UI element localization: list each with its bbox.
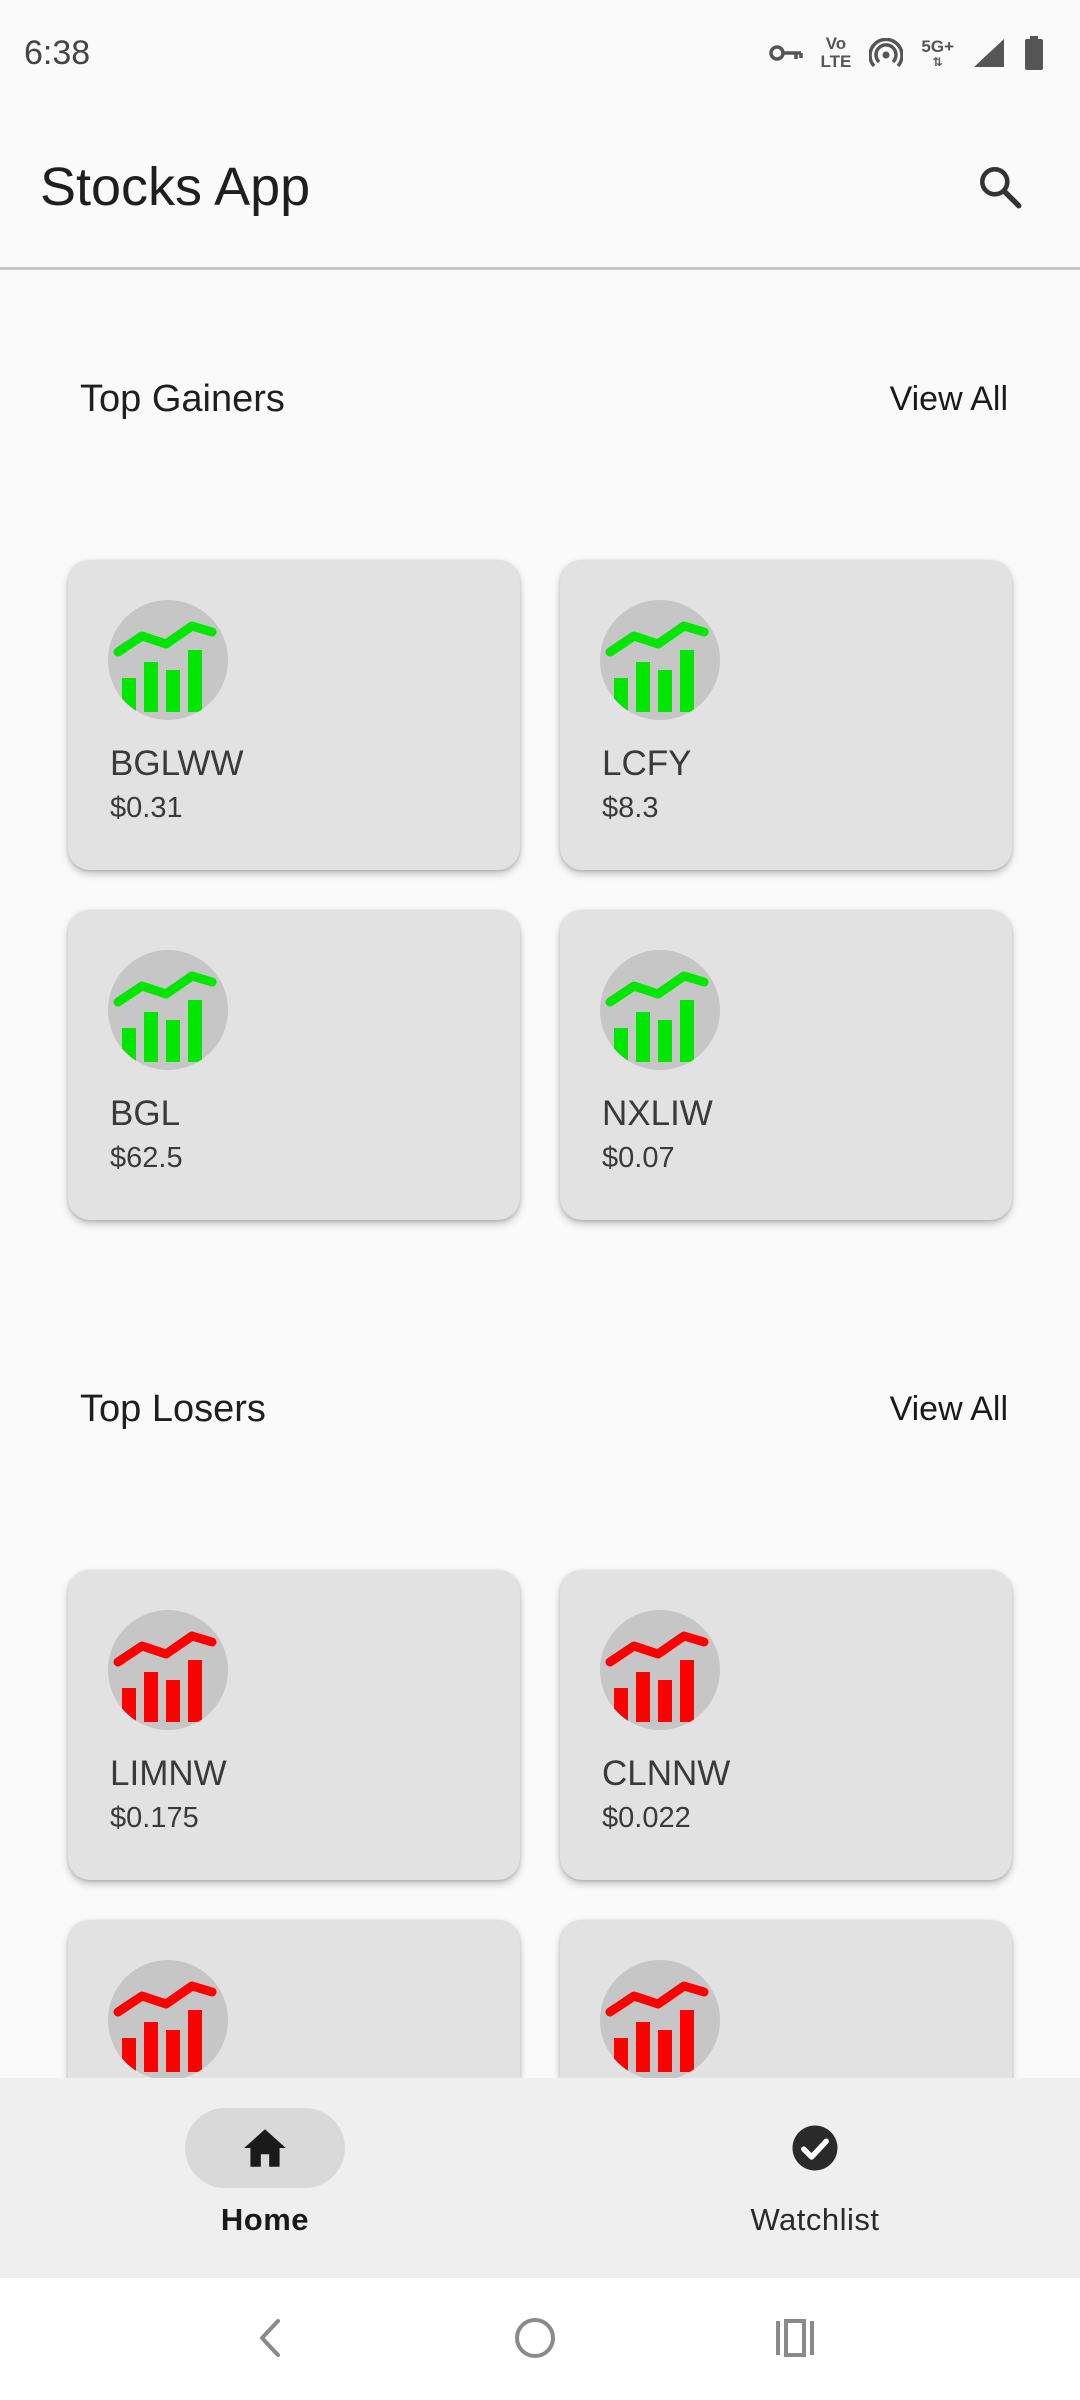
volte-top-label: Vo bbox=[825, 34, 847, 53]
recents-icon bbox=[776, 2319, 814, 2357]
search-button[interactable] bbox=[960, 147, 1040, 227]
top-losers-title: Top Losers bbox=[80, 1387, 266, 1430]
vpn-key-icon bbox=[768, 45, 803, 61]
stock-card[interactable]: NXLIW $0.07 bbox=[560, 910, 1012, 1220]
gainer-chart-icon bbox=[108, 950, 228, 1070]
watchlist-pill[interactable] bbox=[735, 2108, 895, 2188]
top-losers-header: Top Losers View All bbox=[0, 1369, 1080, 1449]
gainer-chart-icon bbox=[108, 600, 228, 720]
nav-item-watchlist[interactable]: Watchlist bbox=[665, 2108, 965, 2258]
stock-price: $0.07 bbox=[602, 1142, 675, 1174]
top-gainers-header: Top Gainers View All bbox=[0, 359, 1080, 439]
gainer-chart-icon bbox=[600, 600, 720, 720]
network-label: 5G+ bbox=[921, 37, 954, 56]
losers-view-all-button[interactable]: View All bbox=[890, 1390, 1008, 1429]
stock-card[interactable]: BGL $62.5 bbox=[68, 910, 520, 1220]
home-circle-icon bbox=[515, 2318, 555, 2358]
status-time: 6:38 bbox=[24, 33, 91, 72]
loser-chart-icon bbox=[108, 1610, 228, 1730]
nav-item-home[interactable]: Home bbox=[115, 2108, 415, 2258]
stock-card[interactable] bbox=[68, 1920, 520, 2078]
gainers-view-all-button[interactable]: View All bbox=[890, 380, 1008, 419]
system-home-button[interactable] bbox=[500, 2308, 570, 2368]
check-circle-icon bbox=[792, 2125, 838, 2171]
stock-price: $0.175 bbox=[110, 1802, 199, 1834]
battery-icon bbox=[1025, 36, 1043, 70]
stock-price: $0.022 bbox=[602, 1802, 691, 1834]
status-icons: Vo LTE 5G+ ⇅ bbox=[768, 35, 1044, 71]
loser-chart-icon bbox=[108, 1960, 228, 2078]
stock-symbol: LCFY bbox=[602, 744, 692, 783]
stock-symbol: BGLWW bbox=[110, 744, 244, 783]
back-icon bbox=[260, 2319, 280, 2357]
hotspot-icon bbox=[869, 38, 904, 68]
stock-symbol: CLNNW bbox=[602, 1754, 731, 1793]
stock-symbol: NXLIW bbox=[602, 1094, 713, 1133]
system-back-button[interactable] bbox=[235, 2308, 305, 2368]
volte-icon: Vo LTE bbox=[821, 35, 852, 71]
5g-icon: 5G+ ⇅ bbox=[921, 37, 954, 69]
signal-icon bbox=[974, 39, 1004, 67]
system-recents-button[interactable] bbox=[760, 2308, 830, 2368]
home-pill[interactable] bbox=[185, 2108, 345, 2188]
bottom-navigation: Home Watchlist bbox=[0, 2078, 1080, 2278]
system-navigation-bar bbox=[0, 2278, 1080, 2400]
stock-price: $62.5 bbox=[110, 1142, 183, 1174]
stock-card[interactable]: LIMNW $0.175 bbox=[68, 1570, 520, 1880]
app-title: Stocks App bbox=[40, 156, 311, 217]
volte-bottom-label: LTE bbox=[820, 52, 852, 71]
top-gainers-title: Top Gainers bbox=[80, 377, 285, 420]
stock-card[interactable]: BGLWW $0.31 bbox=[68, 560, 520, 870]
nav-label-home: Home bbox=[220, 2202, 310, 2237]
gainer-chart-icon bbox=[600, 950, 720, 1070]
status-bar: 6:38 Vo LTE 5G+ ⇅ bbox=[0, 0, 1080, 106]
loser-chart-icon bbox=[600, 1610, 720, 1730]
app-bar: Stocks App bbox=[0, 106, 1080, 270]
search-icon bbox=[980, 166, 1022, 208]
nav-label-watchlist: Watchlist bbox=[750, 2202, 880, 2237]
home-icon bbox=[244, 2129, 286, 2167]
stock-card[interactable]: CLNNW $0.022 bbox=[560, 1570, 1012, 1880]
stock-card[interactable] bbox=[560, 1920, 1012, 2078]
loser-chart-icon bbox=[600, 1960, 720, 2078]
stock-price: $0.31 bbox=[110, 792, 183, 824]
stock-symbol: BGL bbox=[110, 1094, 181, 1133]
stock-symbol: LIMNW bbox=[110, 1754, 227, 1793]
main-content[interactable]: Top Gainers View All BGLWW $0.31 LCFY $8… bbox=[0, 270, 1080, 2078]
stock-card[interactable]: LCFY $8.3 bbox=[560, 560, 1012, 870]
stock-price: $8.3 bbox=[602, 792, 659, 824]
